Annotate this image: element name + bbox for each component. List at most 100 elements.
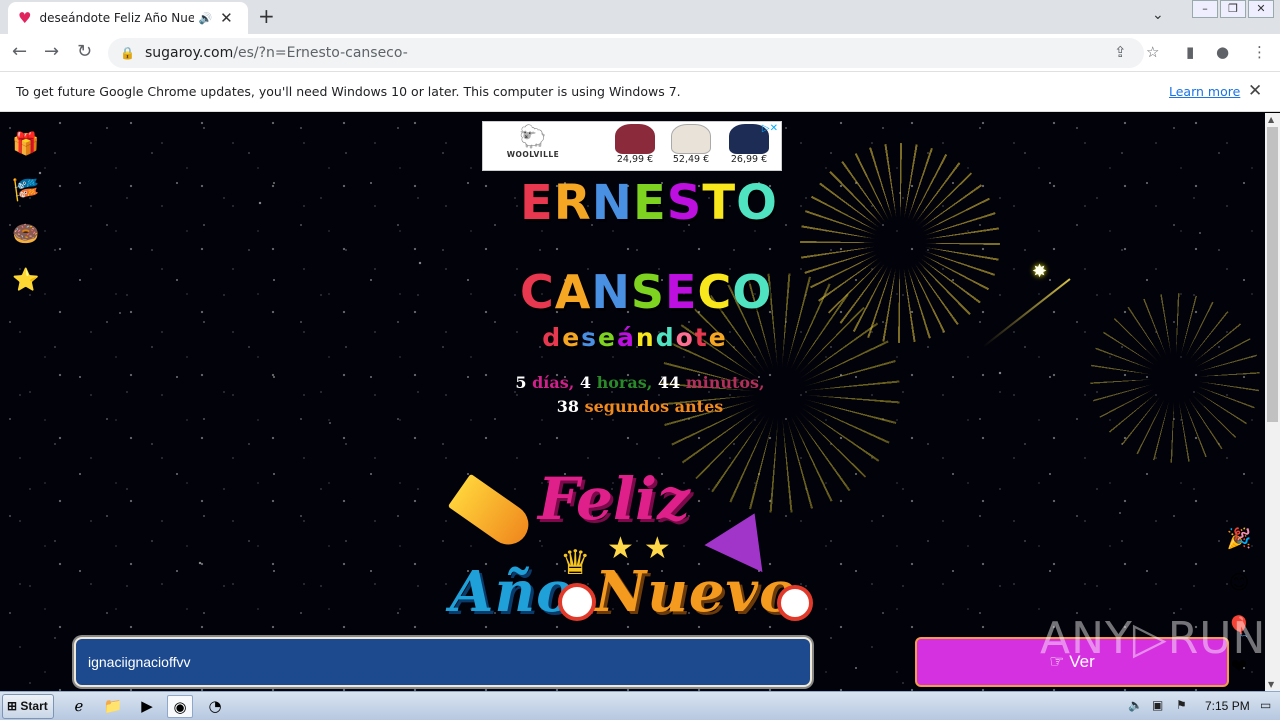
ie-icon[interactable]: ℯ [66,695,92,718]
start-label: Start [20,699,48,713]
last-name-heading: CANSECO [520,265,771,319]
heading-letter: N [591,175,633,231]
folder-icon[interactable]: 📁 [100,695,126,718]
new-tab-icon[interactable]: + [258,4,275,28]
party-horn-icon [447,473,537,553]
heading-letter: E [520,175,554,231]
side-panel-icon[interactable]: ▮ [1186,43,1194,61]
start-button[interactable]: ⊞ Start [2,694,54,719]
party-popper-icon[interactable]: 🎉 [1226,525,1252,551]
tab-close-icon[interactable]: ✕ [220,9,233,27]
feliz-heading: Feliz [538,465,690,533]
reload-icon[interactable]: ↻ [77,41,92,62]
window-controls: – ❐ ✕ [1190,0,1274,18]
scrollbar-thumb[interactable] [1267,127,1278,422]
heading-letter: A [554,265,592,319]
flag-icon[interactable]: ⚑ [1176,698,1187,712]
audio-playing-icon[interactable]: 🔊 [198,12,212,25]
tab-title: deseándote Feliz Año Nuevo 20 [39,11,195,25]
gold-stars-icon: ★★ [607,531,681,566]
heading-letter: N [591,265,631,319]
heading-letter: á [617,323,636,352]
ano-word: Año [450,559,575,625]
network-icon[interactable]: ▣ [1152,698,1163,712]
star-icon[interactable]: ⭐ [12,267,40,295]
heading-letter: e [598,323,618,352]
countdown-days-label: días, [532,373,575,392]
system-tray: 🔈 ▣ ⚑ ▭ [1120,692,1280,720]
show-desktop-icon[interactable]: ▭ [1260,698,1271,712]
heading-letter: s [581,323,599,352]
ad-product[interactable]: 24,99 € [609,124,661,165]
firework-burst [800,143,1000,343]
infobar-message: To get future Google Chrome updates, you… [16,84,681,99]
forward-icon[interactable]: → [44,41,59,62]
name-input[interactable]: ignaciignacioffvv [74,637,812,687]
countdown-minutes: 44 [657,373,681,392]
heading-letter: n [635,323,656,352]
heading-letter: C [520,265,555,319]
chrome-icon[interactable]: ◉ [167,695,193,718]
gift-icon[interactable]: 🎁 [12,131,40,159]
slipper-icon [615,124,655,154]
heading-letter: O [736,175,778,231]
share-icon[interactable]: ⇪ [1114,43,1127,61]
update-infobar: To get future Google Chrome updates, you… [0,72,1280,112]
ano-nuevo-heading: Año Nuevo [450,559,797,625]
tab-search-chevron-icon[interactable]: ⌄ [1152,7,1164,23]
browser-tab[interactable]: ♥ deseándote Feliz Año Nuevo 20 🔊 ✕ [8,2,248,34]
heading-letter: e [562,323,582,352]
bookmark-star-icon[interactable]: ☆ [1146,43,1159,61]
url-path: /es/?n=Ernesto-canseco- [233,45,408,61]
adchoices-icon[interactable]: ▷✕ [762,123,778,134]
countdown-seconds-label: segundos antes [584,397,724,416]
ad-price: 26,99 € [730,154,768,165]
countdown-days: 5 [515,373,527,392]
scroll-up-icon[interactable]: ▲ [1268,115,1274,124]
page-viewport: ✸ 🎁 🎏 🍩 ⭐ 🎉 😊 🎈 ❤ 🐑 WOOLVILLE 24,99 € 52… [0,113,1265,691]
countdown-text: 5 días, 4 horas, 44 minutos, 38 segundos… [460,371,820,419]
edge-icon[interactable]: ◔ [202,695,228,718]
countdown-hours-label: horas, [596,373,653,392]
first-name-heading: ERNESTO [520,175,777,231]
page-scrollbar[interactable]: ▲ ▼ [1265,113,1280,691]
ad-brand: 🐑 WOOLVILLE [503,126,563,160]
profile-avatar-icon[interactable]: ● [1216,43,1229,61]
anyrun-watermark: ANY▷RUN [1040,613,1265,664]
restore-icon[interactable]: ❐ [1220,0,1246,18]
countdown-hours: 4 [579,373,592,392]
heading-letter: T [702,175,737,231]
ad-brand-name: WOOLVILLE [506,150,560,159]
address-bar[interactable]: 🔒 sugaroy.com /es/?n=Ernesto-canseco- [108,38,1144,68]
scroll-down-icon[interactable]: ▼ [1268,680,1274,689]
browser-toolbar: ← → ↻ 🔒 sugaroy.com /es/?n=Ernesto-canse… [0,34,1280,72]
heading-letter: S [666,175,703,231]
infobar-close-icon[interactable]: ✕ [1248,81,1262,101]
alarm-clock-icon [777,585,813,621]
countdown-minutes-label: minutos, [685,373,765,392]
ad-price: 24,99 € [616,154,654,165]
windows-taskbar: ⊞ Start ℯ 📁 ▶ ◉ ◔ 🔈 ▣ ⚑ ▭ 7:15 PM [0,691,1280,720]
back-icon[interactable]: ← [12,41,27,62]
menu-kebab-icon[interactable]: ⋮ [1252,43,1267,61]
media-player-icon[interactable]: ▶ [134,695,160,718]
tab-strip: ♥ deseándote Feliz Año Nuevo 20 🔊 ✕ + ⌄ … [0,0,1280,34]
heading-letter: S [630,265,666,319]
ad-banner[interactable]: 🐑 WOOLVILLE 24,99 € 52,49 € 26,99 € ▷✕ [482,121,782,171]
crown-icon: ♛ [560,543,591,583]
alarm-clock-icon [558,583,596,621]
firework-spark-icon: ✸ [1032,261,1048,282]
minimize-icon[interactable]: – [1192,0,1218,18]
heading-letter: E [632,175,667,231]
window-close-icon[interactable]: ✕ [1248,0,1274,18]
donut-icon[interactable]: 🍩 [12,221,40,249]
ad-product[interactable]: 52,49 € [665,124,717,165]
volume-icon[interactable]: 🔈 [1128,698,1143,712]
heading-letter: t [694,323,709,352]
heading-letter: o [675,323,695,352]
bunting-icon[interactable]: 🎏 [12,177,40,205]
countdown-seconds: 38 [556,397,580,416]
lock-icon[interactable]: 🔒 [120,46,135,60]
smiley-icon[interactable]: 😊 [1226,569,1252,595]
learn-more-link[interactable]: Learn more [1169,84,1240,99]
